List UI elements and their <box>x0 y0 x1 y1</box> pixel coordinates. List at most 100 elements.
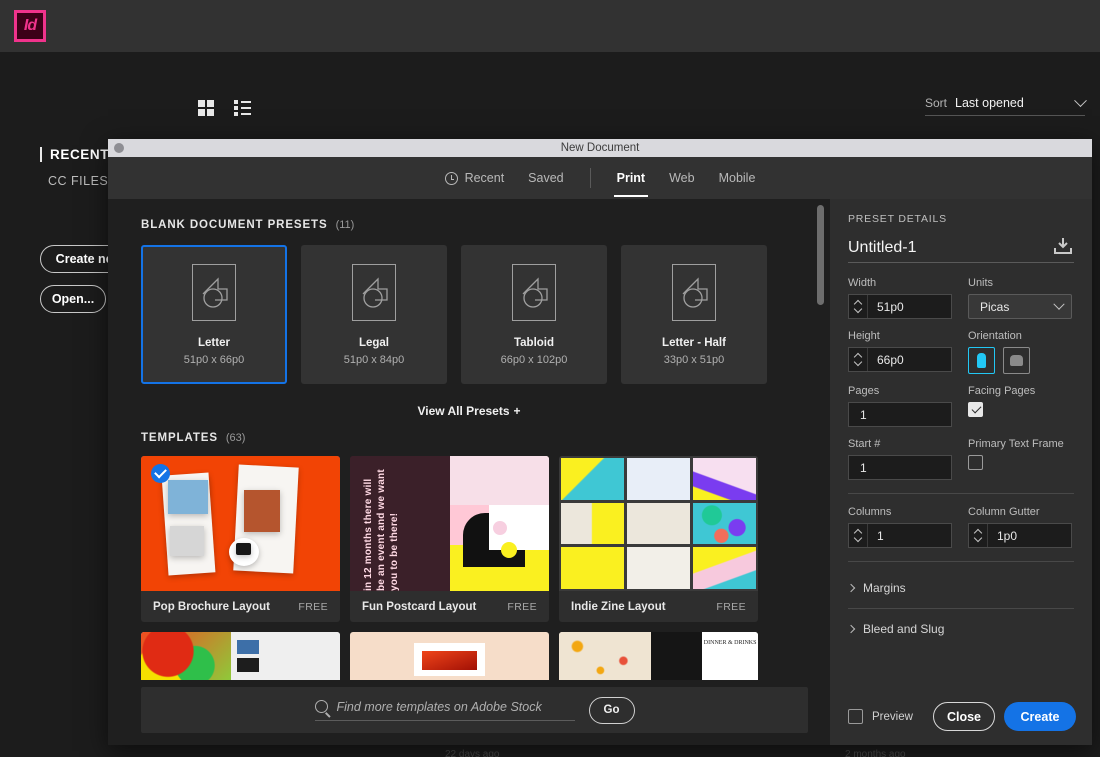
preset-card-tabloid[interactable]: Tabloid 66p0 x 102p0 <box>461 245 607 384</box>
tab-saved[interactable]: Saved <box>516 157 575 199</box>
dialog-scroll-area: BLANK DOCUMENT PRESETS (11) Letter 51p0 … <box>108 199 830 687</box>
orientation-landscape-button[interactable] <box>1003 347 1030 374</box>
view-all-presets-label: View All Presets <box>417 404 510 418</box>
primary-text-frame-label: Primary Text Frame <box>968 438 1064 450</box>
dialog-main-column: BLANK DOCUMENT PRESETS (11) Letter 51p0 … <box>108 199 830 745</box>
templates-scrollbar[interactable] <box>817 205 824 709</box>
tab-mobile[interactable]: Mobile <box>707 157 768 199</box>
close-button[interactable]: Close <box>933 702 995 731</box>
tab-label: Print <box>616 171 646 185</box>
columns-stepper[interactable] <box>849 524 868 547</box>
preset-card-letter-half[interactable]: Letter - Half 33p0 x 51p0 <box>621 245 767 384</box>
units-select[interactable]: Picas <box>968 294 1072 319</box>
template-meta: Fun Postcard Layout FREE <box>350 591 549 622</box>
column-gutter-stepper[interactable] <box>969 524 988 547</box>
columns-label: Columns <box>848 506 892 518</box>
width-input[interactable]: 51p0 <box>848 294 952 319</box>
preset-card-letter[interactable]: Letter 51p0 x 66p0 <box>141 245 287 384</box>
column-gutter-value: 1p0 <box>997 528 1018 543</box>
view-all-presets-button[interactable]: View All Presets + <box>108 404 830 418</box>
preset-name: Tabloid <box>513 337 555 349</box>
dialog-tabbar: Recent Saved Print Web Mobile <box>108 157 1092 199</box>
view-mode-toggle <box>198 100 252 116</box>
preset-name: Letter <box>198 337 230 349</box>
chevron-down-icon <box>1074 93 1087 107</box>
bleed-and-slug-label: Bleed and Slug <box>863 622 945 636</box>
stock-search-go-button[interactable]: Go <box>588 696 635 724</box>
sort-label: Sort <box>925 96 948 110</box>
zine-artwork <box>559 456 758 591</box>
margins-accordion[interactable]: Margins <box>846 574 1074 602</box>
orientation-portrait-button[interactable] <box>968 347 995 374</box>
columns-group: Columns 1 <box>848 506 952 548</box>
template-meta: Indie Zine Layout FREE <box>559 591 758 622</box>
grid-view-icon[interactable] <box>198 100 214 116</box>
height-field-group: Height 66p0 <box>848 330 952 374</box>
facing-pages-checkbox[interactable] <box>968 402 983 417</box>
orientation-label: Orientation <box>968 330 1022 342</box>
indesign-logo-icon: Id <box>14 10 46 42</box>
save-preset-icon[interactable] <box>1052 237 1074 255</box>
list-view-icon[interactable] <box>234 100 252 116</box>
sort-control[interactable]: Sort Last opened <box>925 93 1087 116</box>
stock-search-field[interactable]: Find more templates on Adobe Stock <box>314 700 575 721</box>
scrollbar-thumb[interactable] <box>817 205 824 305</box>
width-label: Width <box>848 277 877 289</box>
tab-recent[interactable]: Recent <box>433 157 517 199</box>
bleed-and-slug-accordion[interactable]: Bleed and Slug <box>846 615 1074 643</box>
orientation-field-group: Orientation <box>968 330 1072 374</box>
document-name-input[interactable]: Untitled-1 <box>848 239 1044 257</box>
column-gutter-input[interactable]: 1p0 <box>968 523 1072 548</box>
dialog-footer: Preview Close Create <box>848 702 1076 731</box>
preview-checkbox[interactable] <box>848 709 863 724</box>
postcard-art-text: in 12 months there will be an event and … <box>363 469 400 591</box>
blank-presets-title: BLANK DOCUMENT PRESETS <box>141 219 328 231</box>
template-card-indie-zine[interactable]: Indie Zine Layout FREE <box>559 456 758 622</box>
sidebar-item-recent[interactable]: RECENT <box>40 147 109 162</box>
tab-divider <box>589 168 591 188</box>
pages-label: Pages <box>848 385 880 397</box>
height-input[interactable]: 66p0 <box>848 347 952 372</box>
open-button[interactable]: Open... <box>40 285 106 313</box>
facing-pages-label: Facing Pages <box>968 385 1036 397</box>
preset-details-panel: PRESET DETAILS Untitled-1 Width 51p0 Uni… <box>830 199 1092 745</box>
create-button[interactable]: Create <box>1004 702 1076 731</box>
units-label: Units <box>968 277 994 289</box>
dialog-title: New Document <box>560 142 640 154</box>
new-document-dialog: New Document Recent Saved Print Web Mobi… <box>108 139 1092 745</box>
tab-label: Saved <box>528 171 564 185</box>
height-value: 66p0 <box>877 352 904 367</box>
blank-presets-count: (11) <box>335 219 355 231</box>
start-primary-row: Start # 1 Primary Text Frame <box>848 438 1074 480</box>
units-field-group: Units Picas <box>968 277 1072 319</box>
tab-web[interactable]: Web <box>657 157 706 199</box>
template-card-partial[interactable]: DINNER & DRINKS <box>559 632 758 680</box>
template-card-partial[interactable] <box>141 632 340 680</box>
sidebar-item-cc-files[interactable]: CC FILES <box>48 174 108 188</box>
template-name: Indie Zine Layout <box>571 600 666 613</box>
columns-input[interactable]: 1 <box>848 523 952 548</box>
search-icon <box>314 700 328 713</box>
tab-print[interactable]: Print <box>605 157 657 199</box>
preview-toggle[interactable]: Preview <box>848 709 933 724</box>
window-close-icon[interactable] <box>114 143 124 153</box>
preset-card-legal[interactable]: Legal 51p0 x 84p0 <box>301 245 447 384</box>
frame-artwork <box>350 632 549 680</box>
width-stepper[interactable] <box>849 295 868 318</box>
template-card-fun-postcard[interactable]: in 12 months there will be an event and … <box>350 456 549 622</box>
paint-artwork <box>141 632 340 680</box>
template-card-pop-brochure[interactable]: Pop Brochure Layout FREE <box>141 456 340 622</box>
preset-dimensions: 33p0 x 51p0 <box>663 354 725 366</box>
template-card-partial[interactable] <box>350 632 549 680</box>
primary-text-frame-checkbox[interactable] <box>968 455 983 470</box>
check-icon <box>151 464 170 483</box>
height-stepper[interactable] <box>849 348 868 371</box>
templates-header: TEMPLATES (63) <box>108 418 830 444</box>
adobe-stock-search-bar: Find more templates on Adobe Stock Go <box>141 687 808 733</box>
start-number-input[interactable]: 1 <box>848 455 952 480</box>
postcard-artwork: in 12 months there will be an event and … <box>350 456 549 591</box>
template-name: Pop Brochure Layout <box>153 600 270 613</box>
document-name-row: Untitled-1 <box>848 237 1074 263</box>
pages-input[interactable]: 1 <box>848 402 952 427</box>
sort-value: Last opened <box>955 96 1024 110</box>
